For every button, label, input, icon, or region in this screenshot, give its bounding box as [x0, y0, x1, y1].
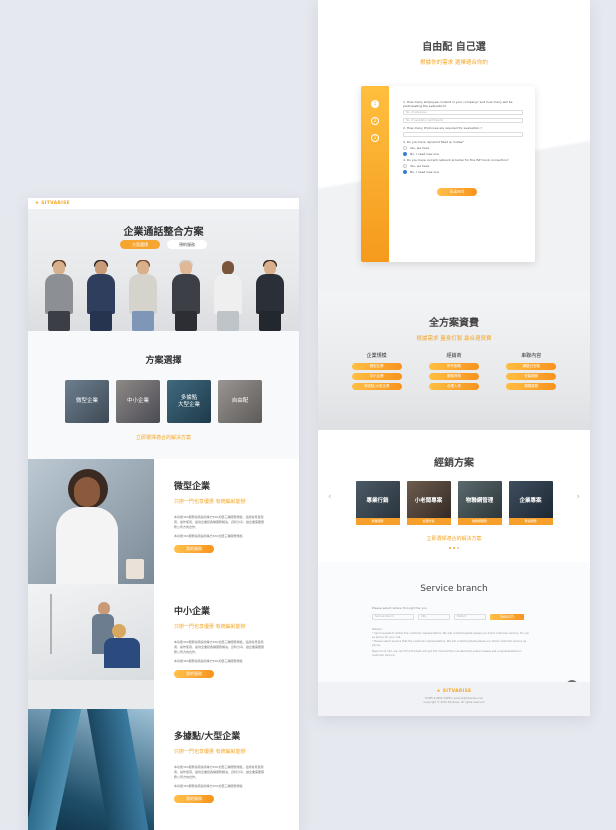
branch-notes: Note(s): * Send request to follow the cu…	[372, 628, 530, 657]
q3-option-yes[interactable]: Yes, we have	[403, 146, 523, 150]
feature-image-micro	[28, 459, 154, 584]
q4-option-yes[interactable]: Yes, we have	[403, 164, 523, 168]
q4-option-no[interactable]: No, I need new one	[403, 170, 523, 174]
plan-section: 方案選擇 微型企業 中小企業 多據點 大型企業 自由配 立即選擇適合的解決方案	[28, 331, 299, 459]
plan-column-dealer: 經銷商 所有服務 服務資費 合理入會	[423, 352, 485, 393]
dealer-card[interactable]: 小老闆專案 合理方案	[406, 481, 451, 525]
hero-people-photo	[42, 259, 287, 331]
plan-pill[interactable]: 擴展服務	[506, 383, 557, 390]
full-plan-subtitle: 根據需求 量身訂製 最合適資費	[416, 336, 492, 342]
footer-copyright: Copyright © 2019 Sitvarise. All rights r…	[423, 701, 485, 704]
landing-page-left: ★ SITVARISE 企業通話整合方案 方案選擇 預約服務 方案選擇 微型企業…	[28, 198, 299, 830]
plan-card-enterprise[interactable]: 多據點 大型企業	[167, 380, 211, 423]
plan-card-sme[interactable]: 中小企業	[116, 380, 160, 423]
employee-count-field[interactable]: No. of employee	[403, 110, 523, 115]
footer: ★ SITVARISE TAIPEI & NEW TAIPEI | servic…	[318, 682, 590, 716]
footer-contact: TAIPEI & NEW TAIPEI | service@sitvarise.…	[424, 697, 484, 700]
plan-pill[interactable]: 微型企業	[351, 363, 402, 370]
branch-search-button[interactable]: Search	[490, 614, 524, 620]
question-2: 2. How many IP phones are required for e…	[403, 126, 482, 130]
feature-micro: 微型企業 只辦一門也享優惠 有統編就能辦 本功能360服務指南提供等方630加倍…	[28, 459, 299, 584]
landing-page-right: 自由配 自己選 根據你的需求 選擇適合你的 1 2 3 1. How many …	[318, 0, 590, 716]
participant-count-field[interactable]: No. of evaluation participants	[403, 118, 523, 123]
question-3: 3. Do you have dynamid fixed ip routes?	[403, 140, 464, 144]
q3-option-no[interactable]: No, I need new one	[403, 152, 523, 156]
feature-button[interactable]: 我的服務	[174, 670, 214, 678]
feature-title: 多據點/大型企業	[174, 732, 241, 742]
feature-text: 本功能360服務指南提供等方630加倍三種服務規格，適用常見使用者，操作使用，提…	[174, 765, 265, 779]
carousel-prev-icon[interactable]: ‹	[328, 492, 332, 502]
book-service-button[interactable]: 預約服務	[167, 240, 207, 249]
evaluation-form: 1 2 3 1. How many employee content in yo…	[361, 86, 535, 262]
plan-column-size: 企業規模 微型企業 中小企業 多據點/大型企業	[346, 352, 408, 393]
feature-image-enterprise	[28, 709, 154, 830]
carousel-next-icon[interactable]: ›	[576, 492, 580, 502]
step-2[interactable]: 2	[371, 117, 379, 125]
feature-text-2: 本功能360服務指南提供等方630加倍三種服務規格	[174, 659, 243, 663]
submit-button[interactable]: Submit	[437, 188, 477, 196]
plan-pill[interactable]: 中小企業	[351, 373, 402, 380]
custom-subtitle: 根據你的需求 選擇適合你的	[420, 60, 488, 66]
service-branch-section: Service branch Please select where throu…	[318, 562, 590, 692]
radio-selected-icon	[403, 170, 407, 174]
brand-logo[interactable]: ★ SITVARISE	[35, 201, 70, 206]
plan-pill[interactable]: 網路已安裝	[506, 363, 557, 370]
feature-title: 微型企業	[174, 482, 211, 492]
radio-selected-icon	[403, 152, 407, 156]
custom-title: 自由配 自己選	[422, 42, 486, 53]
step-1[interactable]: 1	[371, 100, 379, 108]
branch-label: Please select where through the you	[372, 606, 427, 610]
hero-banner: 企業通話整合方案 方案選擇 預約服務	[28, 209, 299, 331]
branch-select[interactable]: Service branch	[372, 614, 414, 620]
feature-image-sme	[28, 584, 154, 709]
feature-sme: 中小企業 只辦一門也享優惠 有統編就能辦 本功能360服務指南提供等方630加倍…	[28, 584, 299, 709]
plan-pill[interactable]: 多據點/大型企業	[351, 383, 402, 390]
branch-title: Service branch	[420, 584, 488, 594]
plan-pill[interactable]: 所有服務	[428, 363, 479, 370]
plan-pill[interactable]: 安裝服務	[506, 373, 557, 380]
feature-title: 中小企業	[174, 607, 211, 617]
feature-subtitle: 只辦一門也享優惠 有統編就能辦	[174, 499, 246, 505]
feature-text: 本功能360服務指南提供等方630加倍三種服務規格，適用常見使用者，操作使用，提…	[174, 515, 265, 529]
feature-text-2: 本功能360服務指南提供等方630加倍三種服務規格	[174, 784, 243, 788]
dealer-title: 經銷方案	[434, 458, 474, 469]
question-1: 1. How many employee content in your com…	[403, 100, 513, 108]
district-select[interactable]: District	[454, 614, 486, 620]
feature-text-2: 本功能360服務指南提供等方630加倍三種服務規格	[174, 534, 243, 538]
footer-logo: ★ SITVARISE	[436, 689, 472, 694]
dealer-card[interactable]: 企業專案 專案服務	[508, 481, 553, 525]
plan-pill[interactable]: 合理入會	[428, 383, 479, 390]
feature-enterprise: 多據點/大型企業 只辦一門也享優惠 有統編就能辦 本功能360服務指南提供等方6…	[28, 709, 299, 830]
plan-select-button[interactable]: 方案選擇	[120, 240, 160, 249]
choose-solution-link[interactable]: 立即選擇適合的解決方案	[28, 434, 299, 441]
dealer-link[interactable]: 立即選擇適合的解決方案	[318, 535, 590, 542]
hero-title: 企業通話整合方案	[123, 227, 204, 238]
feature-button[interactable]: 我的服務	[174, 795, 214, 803]
question-4: 4. Do you have current network provider …	[403, 158, 509, 162]
plan-pill[interactable]: 服務資費	[428, 373, 479, 380]
plan-card-micro[interactable]: 微型企業	[65, 380, 109, 423]
radio-icon	[403, 146, 407, 150]
feature-button[interactable]: 我的服務	[174, 545, 214, 553]
custom-section: 自由配 自己選 根據你的需求 選擇適合你的 1 2 3 1. How many …	[318, 0, 590, 292]
dealer-card[interactable]: 專業行銷 專業服務	[355, 481, 400, 525]
dealer-section: 經銷方案 ‹ › 專業行銷 專業服務 小老闆專案 合理方案 物聯網管理 物聯網服務 企…	[318, 430, 590, 562]
feature-text: 本功能360服務指南提供等方630加倍三種服務規格，適用常見使用者，操作使用，提…	[174, 640, 265, 654]
feature-subtitle: 只辦一門也享優惠 有統編就能辦	[174, 749, 246, 755]
dealer-card[interactable]: 物聯網管理 物聯網服務	[457, 481, 502, 525]
city-select[interactable]: City	[418, 614, 450, 620]
ip-phone-count-field[interactable]	[403, 132, 523, 137]
full-plan-title: 全方案資費	[429, 318, 479, 329]
top-nav: ★ SITVARISE	[28, 198, 299, 209]
form-steps-sidebar: 1 2 3	[361, 86, 389, 262]
step-3[interactable]: 3	[371, 134, 379, 142]
plan-card-custom[interactable]: 自由配	[218, 380, 262, 423]
carousel-dots	[318, 547, 590, 549]
radio-icon	[403, 164, 407, 168]
full-plan-section: 全方案資費 根據需求 量身訂製 最合適資費 企業規模 微型企業 中小企業 多據點…	[318, 292, 590, 430]
plan-section-title: 方案選擇	[145, 356, 182, 366]
plan-column-content: 串聯內容 網路已安裝 安裝服務 擴展服務	[500, 352, 562, 393]
feature-subtitle: 只辦一門也享優惠 有統編就能辦	[174, 624, 246, 630]
